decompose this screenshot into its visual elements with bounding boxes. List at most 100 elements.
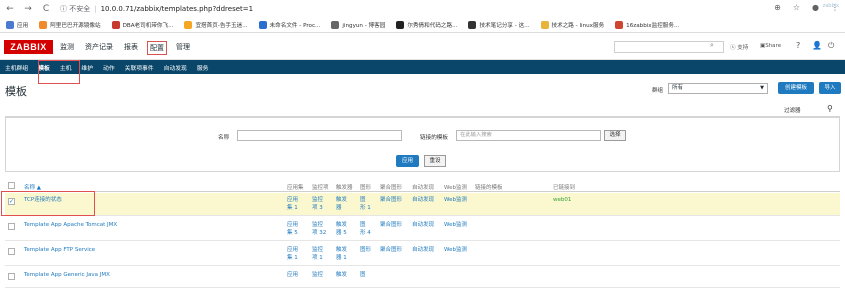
apps-grid-icon bbox=[6, 20, 14, 29]
template-name-link[interactable]: Template App Generic Java JMX bbox=[24, 271, 110, 279]
applications-link[interactable]: 应用集 1 bbox=[287, 196, 298, 212]
row-checkbox[interactable] bbox=[8, 223, 15, 230]
select-all-checkbox[interactable] bbox=[8, 182, 15, 189]
apply-button[interactable]: 应用 bbox=[396, 155, 419, 167]
items-link[interactable]: 监控项 3 bbox=[312, 196, 323, 212]
bookmark-item[interactable]: 应用 bbox=[6, 20, 28, 29]
triggers-link[interactable]: 触发器 1 bbox=[336, 246, 347, 262]
group-filter-label: 群组 bbox=[652, 88, 664, 94]
name-filter-input[interactable] bbox=[237, 130, 402, 141]
import-button[interactable]: 导入 bbox=[819, 82, 841, 94]
filter-tab[interactable]: 过滤器 bbox=[784, 106, 801, 114]
bookmark-item[interactable]: 16zabbix监控服务... bbox=[615, 20, 679, 29]
table-header: 名称 ▲ 应用集 监控项 触发器 图形 聚合图形 自动发现 Web监测 链接的模… bbox=[5, 180, 840, 192]
bookmark-item[interactable]: jingyun - 博客园 bbox=[331, 20, 385, 29]
bookmark-item[interactable]: 宜搭首页-告手玉迷... bbox=[184, 20, 248, 29]
bookmark-item[interactable]: 尔秀倩和代码之路... bbox=[396, 20, 457, 29]
triggers-link[interactable]: 触发器 bbox=[336, 196, 347, 212]
graphs-link-text: 形 4 bbox=[360, 230, 371, 236]
items-link[interactable]: 监控项 1 bbox=[312, 246, 323, 262]
zabbix-logo[interactable]: ZABBIX bbox=[4, 40, 53, 54]
help-icon[interactable]: ? bbox=[796, 41, 800, 50]
table-row[interactable]: ✓ TCP连接的状态 应用集 1 监控项 3 触发器图形 1 聚合图形 自动发现 Web监测 w… bbox=[5, 193, 840, 216]
top-menu-item[interactable]: 配置 bbox=[147, 41, 167, 55]
address-bar[interactable]: 10.0.0.71/zabbix/templates.php?ddreset=1 bbox=[101, 5, 254, 13]
screens-link[interactable]: 聚合图形 bbox=[380, 221, 402, 229]
back-icon[interactable]: ← bbox=[4, 4, 16, 14]
discovery-link[interactable]: 自动发现 bbox=[412, 246, 434, 254]
applications-link[interactable]: 应用 bbox=[287, 271, 298, 279]
top-menu-item[interactable]: 资产记录 bbox=[83, 41, 115, 55]
security-indicator[interactable]: ⓘ 不安全 bbox=[60, 4, 90, 14]
screens-link[interactable]: 聚合图形 bbox=[380, 246, 402, 254]
sub-menu-item[interactable]: 关联项事件 bbox=[125, 63, 154, 72]
search-icon[interactable]: ⌕ bbox=[710, 41, 714, 50]
linked-templates-label: 链接的模板 bbox=[420, 135, 448, 141]
applications-link[interactable]: 应用集 1 bbox=[287, 246, 298, 262]
graphs-link[interactable]: 图形 4 bbox=[360, 221, 371, 237]
bookmark-item[interactable]: 阿里巴巴开源镜像站 bbox=[39, 20, 101, 29]
support-link[interactable]: ⓢ 支持 bbox=[730, 43, 748, 51]
top-menu-item[interactable]: 监测 bbox=[58, 41, 76, 55]
create-template-button[interactable]: 创建模板 bbox=[778, 82, 814, 94]
items-link-text: 项 1 bbox=[312, 255, 323, 261]
table-row[interactable]: Template App Generic Java JMX 应用 监控 触发 图 bbox=[5, 268, 840, 288]
bookmark-item[interactable]: 技术之路 - linux服务 bbox=[540, 20, 605, 29]
global-search-input[interactable] bbox=[614, 41, 724, 53]
items-link[interactable]: 监控项 32 bbox=[312, 221, 326, 237]
web-scenarios-link[interactable]: Web监测 bbox=[444, 221, 467, 229]
graphs-link-text: 图形 bbox=[360, 247, 372, 253]
template-name-link[interactable]: Template App FTP Service bbox=[24, 246, 95, 254]
reload-icon[interactable]: C bbox=[40, 4, 52, 14]
sub-menu-item[interactable]: 维护 bbox=[81, 63, 93, 72]
sub-menu-item[interactable]: 自动发现 bbox=[164, 63, 187, 72]
sub-menu-item[interactable]: 动作 bbox=[103, 63, 115, 72]
graphs-link[interactable]: 图形 1 bbox=[360, 196, 371, 212]
share-label: Share bbox=[765, 43, 782, 49]
discovery-link[interactable]: 自动发现 bbox=[412, 196, 434, 204]
screens-link[interactable]: 聚合图形 bbox=[380, 196, 402, 204]
filter-icon[interactable]: ⚲ bbox=[827, 104, 833, 113]
sign-out-icon[interactable]: ⏻ bbox=[828, 41, 834, 51]
template-name-link[interactable]: Template App Apache Tomcat JMX bbox=[24, 221, 117, 229]
bookmark-item[interactable]: DBA老司机带你飞... bbox=[111, 20, 173, 29]
triggers-link-text: 器 bbox=[336, 205, 342, 211]
triggers-link[interactable]: 触发器 5 bbox=[336, 221, 347, 237]
reset-button[interactable]: 重设 bbox=[424, 155, 446, 167]
linked-to-host-link[interactable]: web01 bbox=[553, 196, 571, 204]
discovery-link[interactable]: 自动发现 bbox=[412, 221, 434, 229]
annotation-highlight-row bbox=[1, 191, 95, 216]
applications-link-text: 集 1 bbox=[287, 255, 298, 261]
select-button[interactable]: 选择 bbox=[604, 130, 626, 141]
translate-icon[interactable]: ⊕ bbox=[774, 3, 781, 12]
bookmarks-bar: 应用 阿里巴巴开源镜像站 DBA老司机带你飞... 宜搭首页-告手玉迷... 未命名文件… bbox=[0, 17, 845, 33]
forward-icon[interactable]: → bbox=[22, 4, 34, 14]
profile-icon[interactable]: ● bbox=[812, 3, 819, 12]
top-menu-item[interactable]: 管理 bbox=[174, 41, 192, 55]
table-row[interactable]: Template App Apache Tomcat JMX 应用集 5 监控项 3… bbox=[5, 218, 840, 241]
bookmark-item[interactable]: 技术笔记分享 - 这... bbox=[468, 20, 530, 29]
group-select[interactable]: 所有 ▼ bbox=[668, 83, 768, 94]
user-profile-icon[interactable]: 👤 bbox=[812, 41, 822, 50]
triggers-link[interactable]: 触发 bbox=[336, 271, 347, 279]
web-scenarios-link[interactable]: Web监测 bbox=[444, 196, 467, 204]
top-menu-item[interactable]: 报表 bbox=[122, 41, 140, 55]
bookmark-star-icon[interactable]: ☆ bbox=[793, 3, 800, 12]
row-checkbox[interactable] bbox=[8, 248, 15, 255]
sub-menu-item[interactable]: 主机群组 bbox=[5, 63, 28, 72]
table-row[interactable]: Template App FTP Service 应用集 1 监控项 1 触发器 1 图… bbox=[5, 243, 840, 266]
row-checkbox[interactable] bbox=[8, 273, 15, 280]
linked-templates-input[interactable]: 在此输入搜索 bbox=[456, 130, 601, 141]
bookmark-label: 未命名文件 - Proc... bbox=[269, 22, 321, 29]
items-link[interactable]: 监控 bbox=[312, 271, 323, 279]
sub-menu: 主机群组 模板 主机 维护 动作 关联项事件 自动发现 服务 bbox=[0, 60, 845, 74]
web-scenarios-link[interactable]: Web监测 bbox=[444, 246, 467, 254]
column-name[interactable]: 名称 ▲ bbox=[24, 183, 41, 191]
bookmark-label: 技术之路 - linux服务 bbox=[551, 22, 605, 29]
applications-link[interactable]: 应用集 5 bbox=[287, 221, 298, 237]
sub-menu-item[interactable]: 服务 bbox=[197, 63, 209, 72]
bookmark-item[interactable]: 未命名文件 - Proc... bbox=[258, 20, 321, 29]
graphs-link[interactable]: 图形 bbox=[360, 246, 371, 254]
graphs-link[interactable]: 图 bbox=[360, 271, 366, 279]
share-link[interactable]: ▣Share bbox=[760, 43, 781, 49]
